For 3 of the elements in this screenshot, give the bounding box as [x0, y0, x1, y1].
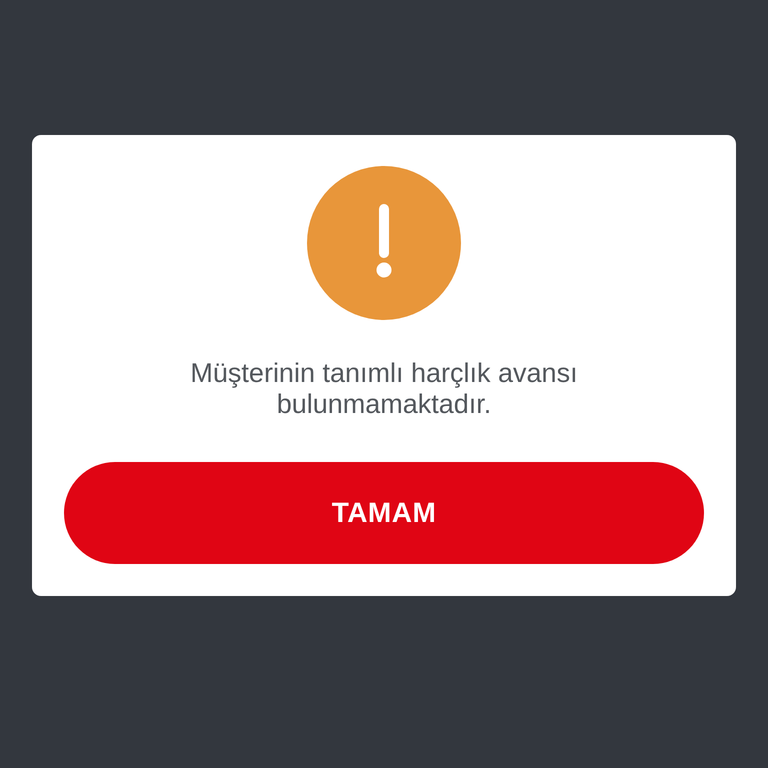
ok-button[interactable]: TAMAM	[64, 462, 704, 564]
dialog-message: Müşterinin tanımlı harçlık avansı bulunmamaktadır.	[189, 358, 579, 420]
warning-icon	[307, 166, 461, 320]
